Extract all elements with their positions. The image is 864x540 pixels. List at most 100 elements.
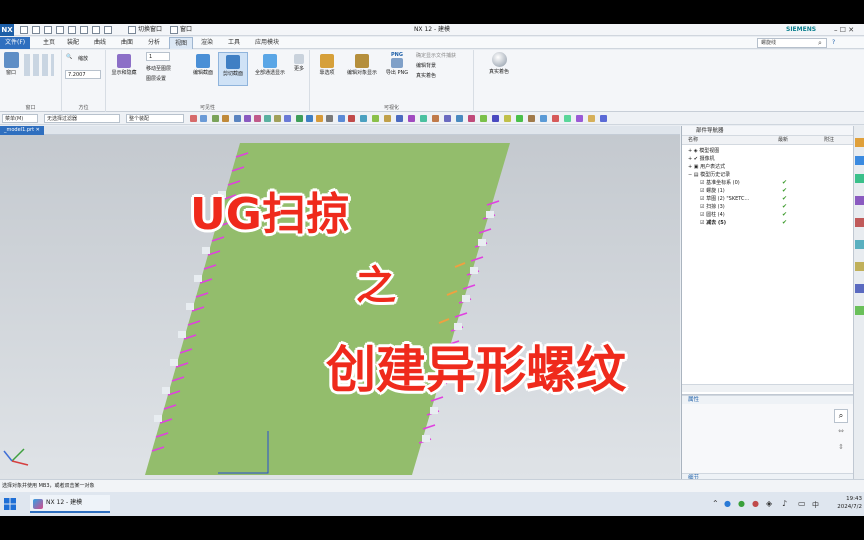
- tree-item-cameras[interactable]: + ✔ 摄像机: [682, 155, 854, 163]
- tree-item-sweep[interactable]: ☑ 扫掠 (3) ✔: [682, 203, 854, 211]
- tray-keyboard-icon[interactable]: ▭: [798, 499, 806, 508]
- selection-scope-dropdown[interactable]: 整个装配: [126, 114, 184, 123]
- pan-icon[interactable]: [338, 115, 345, 122]
- export-png-button[interactable]: PNG 导出 PNG: [382, 52, 412, 76]
- step-properties-icon[interactable]: ⇕: [834, 443, 848, 455]
- true-shading-small-button[interactable]: 真实着色: [416, 72, 436, 79]
- layer-dropdown[interactable]: 1: [146, 52, 170, 61]
- render-icon[interactable]: [576, 115, 583, 122]
- fit-icon[interactable]: [306, 115, 313, 122]
- tab-applications[interactable]: 应用模块: [250, 37, 284, 49]
- help-icon[interactable]: ?: [832, 38, 835, 48]
- show-hide-button[interactable]: 显示和隐藏: [108, 54, 140, 76]
- camera-icon[interactable]: [540, 115, 547, 122]
- rotate-icon[interactable]: [326, 115, 333, 122]
- wcs-icon[interactable]: [384, 115, 391, 122]
- select-icon[interactable]: [200, 115, 207, 122]
- taskbar-clock[interactable]: 19:43 2024/7/2: [818, 495, 862, 511]
- assembly-navigator-icon[interactable]: [855, 138, 864, 147]
- tab-model1-prt[interactable]: _model1.prt ✕: [0, 126, 44, 135]
- render-style-icon[interactable]: [348, 115, 355, 122]
- tab-tools[interactable]: 工具: [223, 37, 245, 49]
- grid-icon[interactable]: [480, 115, 487, 122]
- tree-item-model-views[interactable]: + ◈ 模型视图: [682, 147, 854, 155]
- true-shading-button[interactable]: 真实着色: [480, 52, 518, 75]
- zoom-icon[interactable]: 🔍: [66, 54, 72, 60]
- window-button[interactable]: 窗口: [2, 52, 20, 76]
- light-icon[interactable]: [588, 115, 595, 122]
- face-rule-icon[interactable]: [234, 115, 241, 122]
- color-icon[interactable]: [516, 115, 523, 122]
- deselect-button[interactable]: 靠选项: [314, 54, 340, 76]
- process-studio-icon[interactable]: [855, 262, 864, 271]
- search-icon[interactable]: ⌕: [818, 38, 822, 48]
- tab-curve[interactable]: 曲线: [89, 37, 111, 49]
- col-note[interactable]: 附注: [824, 136, 834, 145]
- properties-header[interactable]: 属性: [682, 395, 854, 404]
- close-icon[interactable]: ✕: [848, 26, 854, 34]
- tree-item-helix[interactable]: ☑ 螺旋 (1) ✔: [682, 187, 854, 195]
- snap-center-icon[interactable]: [264, 115, 271, 122]
- tray-arrow-icon[interactable]: ⌃: [712, 499, 719, 508]
- tab-surface[interactable]: 曲面: [116, 37, 138, 49]
- hd3d-tools-icon[interactable]: [855, 196, 864, 205]
- tray-security-icon[interactable]: ●: [752, 499, 759, 508]
- expand-properties-icon[interactable]: ⇔: [834, 427, 848, 439]
- move-to-layer-button[interactable]: 移动至图层: [146, 65, 171, 72]
- clip-section-button[interactable]: 剪切截面: [218, 52, 248, 86]
- tree-item-cylinder[interactable]: ☑ 圆柱 (4) ✔: [682, 211, 854, 219]
- filter-icon[interactable]: [552, 115, 559, 122]
- visual-icon[interactable]: [564, 115, 571, 122]
- col-name[interactable]: 名称: [688, 136, 698, 145]
- tree-item-datum-csys[interactable]: ☑ 基准坐标系 (0) ✔: [682, 179, 854, 187]
- tray-app-icon[interactable]: ●: [724, 499, 731, 508]
- tree-item-user-expressions[interactable]: + ▣ 用户表达式: [682, 163, 854, 171]
- snap-endpoint-icon[interactable]: [244, 115, 251, 122]
- more-button[interactable]: 更多: [290, 54, 308, 72]
- tree-item-model-history[interactable]: − ▤ 模型历史记录: [682, 171, 854, 179]
- system-scenes-icon[interactable]: [855, 306, 864, 315]
- web-browser-icon[interactable]: [855, 218, 864, 227]
- edit-background-button[interactable]: 编辑背景: [416, 62, 436, 69]
- snap-intersection-icon[interactable]: [284, 115, 291, 122]
- menu-dropdown[interactable]: 菜单(M): [2, 114, 38, 123]
- tab-home[interactable]: 主页: [38, 37, 60, 49]
- info-icon[interactable]: [432, 115, 439, 122]
- tree-item-sketch[interactable]: ☑ 草图 (2) "SKETC... ✔: [682, 195, 854, 203]
- layout-tiles-icon[interactable]: [24, 54, 54, 76]
- snap-icon[interactable]: [190, 115, 197, 122]
- edit-object-icon[interactable]: [444, 115, 451, 122]
- windows-start-icon[interactable]: [4, 498, 16, 510]
- tab-analysis[interactable]: 分析: [143, 37, 165, 49]
- curve-rule-icon[interactable]: [222, 115, 229, 122]
- tab-view[interactable]: 视图: [169, 37, 194, 49]
- roles-icon[interactable]: [855, 284, 864, 293]
- history-icon[interactable]: [855, 240, 864, 249]
- measure-icon[interactable]: [420, 115, 427, 122]
- show-all-through-button[interactable]: 全部通透显示: [250, 54, 290, 76]
- snap-midpoint-icon[interactable]: [254, 115, 261, 122]
- navigator-scrollbar[interactable]: [682, 384, 854, 392]
- section-view-icon[interactable]: [396, 115, 403, 122]
- view-triad-icon[interactable]: [360, 115, 367, 122]
- reuse-library-icon[interactable]: [855, 174, 864, 183]
- part-navigator-icon[interactable]: [855, 156, 864, 165]
- work-layer-icon[interactable]: [468, 115, 475, 122]
- tab-render[interactable]: 渲染: [196, 37, 218, 49]
- col-latest[interactable]: 最新: [778, 136, 788, 145]
- snap-quadrant-icon[interactable]: [274, 115, 281, 122]
- edit-section-button[interactable]: 编辑截面: [188, 54, 218, 76]
- layer-visibility-icon[interactable]: [372, 115, 379, 122]
- tray-network-icon[interactable]: ◈: [766, 499, 772, 508]
- tab-file[interactable]: 文件(F): [0, 37, 31, 49]
- taskbar-nx-app[interactable]: NX 12 - 建模: [30, 495, 110, 513]
- material-icon[interactable]: [600, 115, 607, 122]
- zoom-properties-icon[interactable]: ⌕: [834, 409, 848, 423]
- move-object-icon[interactable]: [456, 115, 463, 122]
- minimize-icon[interactable]: –: [834, 26, 838, 34]
- maximize-icon[interactable]: ☐: [840, 26, 846, 34]
- capture-display-button[interactable]: 确定显示文件捕获: [416, 52, 456, 59]
- highlight-icon[interactable]: [504, 115, 511, 122]
- command-finder-input[interactable]: 螺旋线: [757, 38, 827, 48]
- layer-settings-button[interactable]: 图层设置: [146, 75, 166, 82]
